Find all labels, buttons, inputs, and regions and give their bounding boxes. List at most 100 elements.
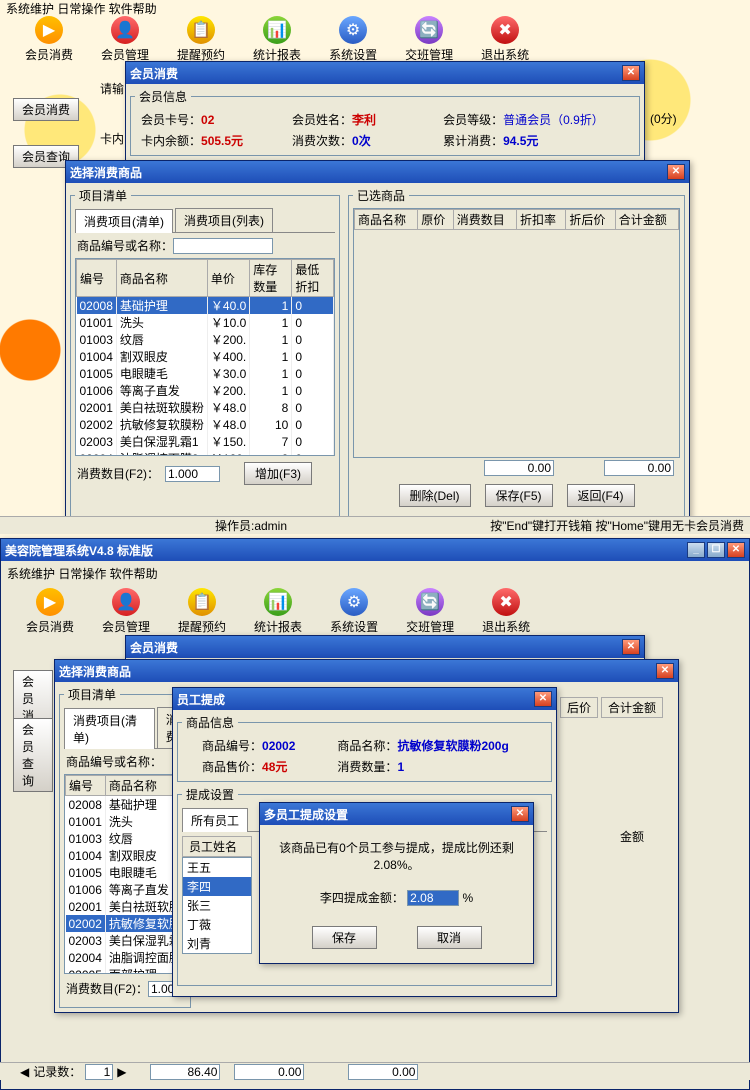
- table-row[interactable]: 01006等离子直发: [66, 881, 185, 898]
- cancel-button[interactable]: 取消: [417, 926, 482, 949]
- bottom-v2: [234, 1064, 304, 1080]
- close-icon[interactable]: ✕: [656, 663, 674, 679]
- product-code-value: 02002: [262, 739, 295, 753]
- toolbar-icon: 🔄: [415, 16, 443, 44]
- table-row[interactable]: 01004割双眼皮: [66, 847, 185, 864]
- toolbar-系统设置[interactable]: ⚙系统设置: [330, 588, 378, 635]
- tab-all-employees[interactable]: 所有员工: [182, 808, 248, 832]
- bottom-v3: [348, 1064, 418, 1080]
- col-header[interactable]: 消费数目: [453, 210, 516, 230]
- app-menubar[interactable]: 系统维护 日常操作 软件帮助: [1, 561, 749, 586]
- table-row[interactable]: 01004割双眼皮￥400.10: [77, 348, 334, 365]
- toolbar-统计报表[interactable]: 📊统计报表: [253, 16, 301, 63]
- toolbar-退出系统[interactable]: ✖退出系统: [481, 16, 529, 63]
- total-value: 94.5元: [503, 134, 538, 148]
- qty-input[interactable]: [165, 466, 220, 482]
- save-button[interactable]: 保存: [312, 926, 377, 949]
- toolbar-icon: 👤: [111, 16, 139, 44]
- col-header[interactable]: 最低折扣: [292, 260, 334, 297]
- tab-list-2[interactable]: 消费项目(清单): [64, 708, 155, 749]
- close-icon[interactable]: ✕: [511, 806, 529, 822]
- member-info-legend: 会员信息: [135, 88, 191, 105]
- toolbar-icon: ✖: [492, 588, 520, 616]
- qty-label: 消费数目(F2)：: [77, 465, 159, 482]
- table-row[interactable]: 01003纹唇￥200.10: [77, 331, 334, 348]
- product-qty-value: 1: [397, 760, 404, 774]
- employee-item[interactable]: 丁薇: [183, 915, 251, 934]
- bottom-v1: [150, 1064, 220, 1080]
- close-icon[interactable]: ✕: [534, 691, 552, 707]
- toolbar-会员消费[interactable]: ▶会员消费: [25, 16, 73, 63]
- close-icon[interactable]: ✕: [667, 164, 685, 180]
- table-row[interactable]: 01005电眼睫毛: [66, 864, 185, 881]
- toolbar-会员消费[interactable]: ▶会员消费: [26, 588, 74, 635]
- toolbar-退出系统[interactable]: ✖退出系统: [482, 588, 530, 635]
- table-row[interactable]: 02003美白保湿乳霜: [66, 932, 185, 949]
- employee-item[interactable]: 王五: [183, 858, 251, 877]
- toolbar-提醒预约[interactable]: 📋提醒预约: [178, 588, 226, 635]
- col-header[interactable]: 商品名称: [116, 260, 207, 297]
- commission-amount-input[interactable]: [407, 890, 459, 906]
- table-row[interactable]: 02008基础护理￥40.010: [77, 297, 334, 315]
- product-price-value: 48元: [262, 760, 287, 774]
- table-row[interactable]: 01001洗头￥10.010: [77, 314, 334, 331]
- table-row[interactable]: 02008基础护理: [66, 796, 185, 814]
- employee-item[interactable]: 张三: [183, 896, 251, 915]
- search-input[interactable]: [173, 238, 273, 254]
- col-header[interactable]: 编号: [66, 776, 106, 796]
- col-header[interactable]: 折后价: [566, 210, 615, 230]
- toolbar-系统设置[interactable]: ⚙系统设置: [329, 16, 377, 63]
- table-row[interactable]: 02005面部护理: [66, 966, 185, 974]
- select-product-window: 选择消费商品 ✕ 项目清单 消费项目(清单) 消费项目(列表) 商品编号或名称：…: [65, 160, 690, 523]
- back-button[interactable]: 返回(F4): [567, 484, 635, 507]
- toolbar-会员管理[interactable]: 👤会员管理: [102, 588, 150, 635]
- table-row[interactable]: 02004油脂调控面膜: [66, 949, 185, 966]
- table-row[interactable]: 01001洗头: [66, 813, 185, 830]
- product-list-legend-2: 项目清单: [64, 686, 120, 703]
- toolbar-统计报表[interactable]: 📊统计报表: [254, 588, 302, 635]
- toolbar-提醒预约[interactable]: 📋提醒预约: [177, 16, 225, 63]
- product-name-label: 商品名称：: [337, 739, 397, 753]
- tab-list[interactable]: 消费项目(清单): [75, 209, 173, 233]
- col-header[interactable]: 库存数量: [250, 260, 292, 297]
- search-label: 商品编号或名称：: [77, 239, 173, 253]
- delete-button[interactable]: 删除(Del): [399, 484, 471, 507]
- tab-table[interactable]: 消费项目(列表): [175, 208, 273, 232]
- col-header[interactable]: 合计金额: [615, 210, 678, 230]
- table-row[interactable]: 01006等离子直发￥200.10: [77, 382, 334, 399]
- table-row[interactable]: 01003纹唇: [66, 830, 185, 847]
- employee-item[interactable]: 刘青: [183, 934, 251, 953]
- toolbar-icon: 👤: [112, 588, 140, 616]
- commission-window-title: 员工提成: [177, 691, 225, 708]
- add-button[interactable]: 增加(F3): [244, 462, 312, 485]
- col-header[interactable]: 折扣率: [516, 210, 565, 230]
- table-row[interactable]: 02002抗敏修复软膜粉￥48.0100: [77, 416, 334, 433]
- minimize-icon[interactable]: _: [687, 542, 705, 558]
- table-row[interactable]: 02001美白祛斑软膜: [66, 898, 185, 915]
- table-row[interactable]: 02002抗敏修复软膜: [66, 915, 185, 932]
- toolbar-icon: ⚙: [339, 16, 367, 44]
- close-icon[interactable]: ✕: [727, 542, 745, 558]
- table-row[interactable]: 02003美白保湿乳霜1￥150.70: [77, 433, 334, 450]
- member-consume-tab[interactable]: 会员消费: [13, 98, 79, 121]
- employee-listbox[interactable]: 王五李四张三丁薇刘青: [182, 857, 252, 954]
- table-row[interactable]: 02001美白祛斑软膜粉￥48.080: [77, 399, 334, 416]
- toolbar-交班管理[interactable]: 🔄交班管理: [406, 588, 454, 635]
- maximize-icon[interactable]: ☐: [707, 542, 725, 558]
- close-icon[interactable]: ✕: [622, 639, 640, 655]
- member-query-tab-2[interactable]: 会员查询: [13, 718, 53, 792]
- col-header[interactable]: 单价: [207, 260, 249, 297]
- table-row[interactable]: 01005电眼睫毛￥30.010: [77, 365, 334, 382]
- col-header[interactable]: 原价: [418, 210, 454, 230]
- col-header[interactable]: 商品名称: [355, 210, 418, 230]
- toolbar-交班管理[interactable]: 🔄交班管理: [405, 16, 453, 63]
- level-value: 普通会员（0.9折）: [503, 113, 604, 127]
- col-header[interactable]: 编号: [77, 260, 117, 297]
- employee-item[interactable]: 李四: [183, 877, 251, 896]
- employee-col-header: 员工姓名: [182, 836, 252, 857]
- toolbar-会员管理[interactable]: 👤会员管理: [101, 16, 149, 63]
- save-button[interactable]: 保存(F5): [485, 484, 553, 507]
- consume-window-title: 会员消费: [130, 65, 178, 82]
- chosen-legend: 已选商品: [353, 187, 409, 204]
- close-icon[interactable]: ✕: [622, 65, 640, 81]
